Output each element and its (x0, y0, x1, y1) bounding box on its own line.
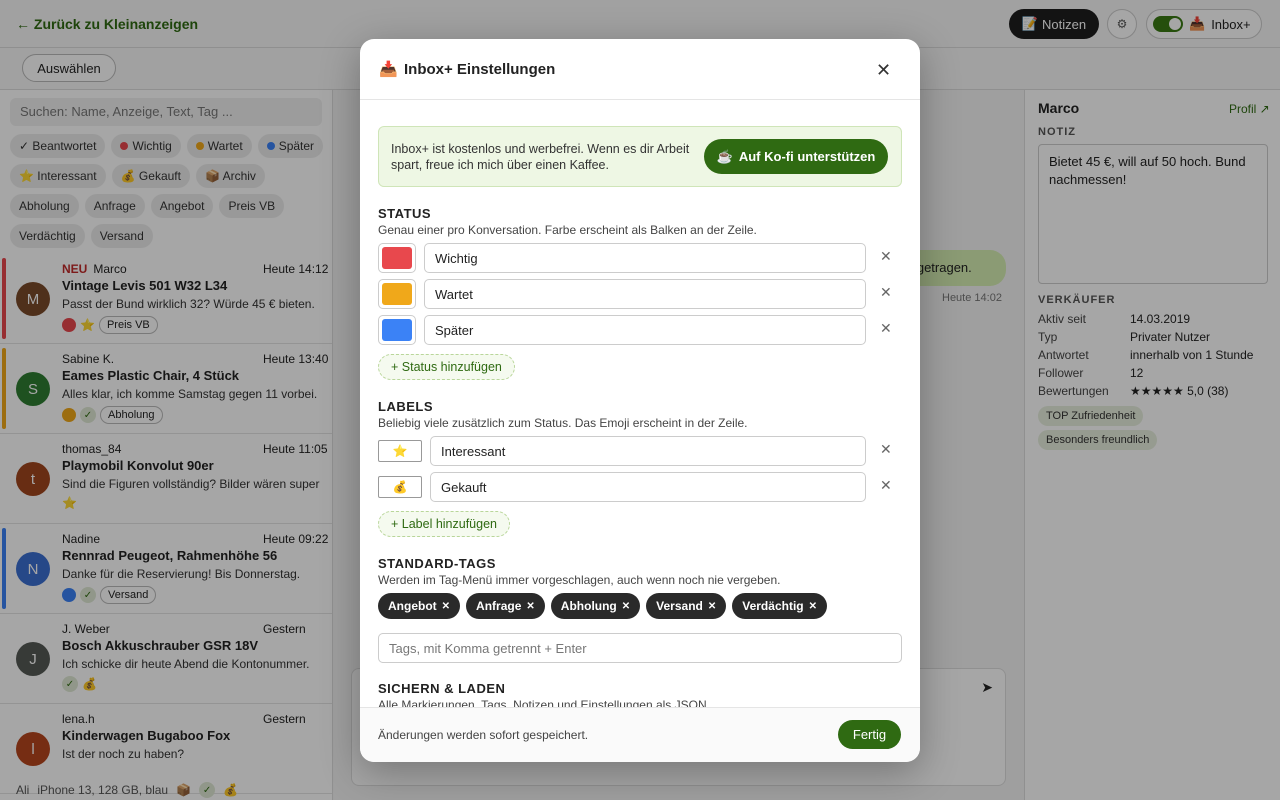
kofi-button[interactable]: ☕ Auf Ko-fi unterstützen (704, 139, 888, 174)
backup-heading: SICHERN & LADEN (378, 681, 506, 696)
label-name-input[interactable]: Interessant (430, 436, 866, 466)
remove-icon[interactable]: ✕ (708, 601, 716, 612)
add-status-button[interactable]: + Status hinzufügen (378, 354, 515, 380)
autosave-note: Änderungen werden sofort gespeichert. (378, 728, 589, 742)
modal-footer: Änderungen werden sofort gespeichert. Fe… (360, 707, 920, 762)
color-picker[interactable] (378, 243, 416, 273)
remove-icon[interactable]: ✕ (880, 477, 892, 494)
settings-modal: 📥 Inbox+ Einstellungen ✕ Inbox+ ist kost… (360, 39, 920, 762)
label-name-input[interactable]: Gekauft (430, 472, 866, 502)
standard-tag[interactable]: Angebot ✕ (378, 593, 461, 619)
status-description: Genau einer pro Konversation. Farbe ersc… (378, 223, 757, 237)
label-row: 💰 Gekauft ✕ (378, 472, 902, 502)
add-label-button[interactable]: + Label hinzufügen (378, 511, 510, 537)
labels-description: Beliebig viele zusätzlich zum Status. Da… (378, 416, 748, 430)
emoji-picker[interactable]: 💰 (378, 476, 422, 498)
standard-tag-label: Angebot (388, 599, 437, 613)
remove-icon[interactable]: ✕ (880, 248, 892, 265)
standard-tags-heading: STANDARD-TAGS (378, 556, 496, 571)
label-row: ⭐ Interessant ✕ (378, 436, 902, 466)
status-row: Später ✕ (378, 315, 902, 345)
standard-tag-label: Verdächtig (742, 599, 804, 613)
remove-icon[interactable]: ✕ (809, 601, 817, 612)
emoji-picker[interactable]: ⭐ (378, 440, 422, 462)
remove-icon[interactable]: ✕ (442, 601, 450, 612)
modal-body: Inbox+ ist kostenlos und werbefrei. Wenn… (360, 101, 920, 707)
standard-tag[interactable]: Anfrage ✕ (466, 593, 545, 619)
status-heading: STATUS (378, 206, 432, 221)
remove-icon[interactable]: ✕ (880, 441, 892, 458)
inbox-icon: 📥 (379, 61, 398, 78)
status-row: Wichtig ✕ (378, 243, 902, 273)
status-name-input[interactable]: Wartet (424, 279, 866, 309)
kofi-text: Inbox+ ist kostenlos und werbefrei. Wenn… (391, 142, 690, 172)
tag-input[interactable]: Tags, mit Komma getrennt + Enter (378, 633, 902, 663)
standard-tag-label: Versand (656, 599, 703, 613)
labels-heading: LABELS (378, 399, 433, 414)
remove-icon[interactable]: ✕ (880, 284, 892, 301)
remove-icon[interactable]: ✕ (622, 601, 630, 612)
color-picker[interactable] (378, 315, 416, 345)
color-picker[interactable] (378, 279, 416, 309)
done-button[interactable]: Fertig (838, 720, 901, 749)
kofi-banner: Inbox+ ist kostenlos und werbefrei. Wenn… (378, 126, 902, 187)
status-name-input[interactable]: Wichtig (424, 243, 866, 273)
standard-tag[interactable]: Verdächtig ✕ (732, 593, 827, 619)
remove-icon[interactable]: ✕ (526, 601, 534, 612)
modal-header: 📥 Inbox+ Einstellungen ✕ (360, 39, 920, 100)
standard-tag-label: Abholung (560, 599, 617, 613)
status-name-input[interactable]: Später (424, 315, 866, 345)
standard-tags: Angebot ✕ Anfrage ✕ Abholung ✕ Versand ✕ Verdäch… (378, 593, 827, 619)
close-icon[interactable]: ✕ (876, 60, 891, 81)
standard-tag-label: Anfrage (476, 599, 522, 613)
kofi-button-label: Auf Ko-fi unterstützen (738, 149, 876, 164)
remove-icon[interactable]: ✕ (880, 320, 892, 337)
status-row: Wartet ✕ (378, 279, 902, 309)
coffee-icon: ☕ (716, 148, 733, 164)
backup-description: Alle Markierungen, Tags, Notizen und Ein… (378, 698, 707, 707)
standard-tags-description: Werden im Tag-Menü immer vorgeschlagen, … (378, 573, 781, 587)
standard-tag[interactable]: Versand ✕ (646, 593, 727, 619)
modal-title: Inbox+ Einstellungen (404, 61, 556, 78)
standard-tag[interactable]: Abholung ✕ (550, 593, 641, 619)
